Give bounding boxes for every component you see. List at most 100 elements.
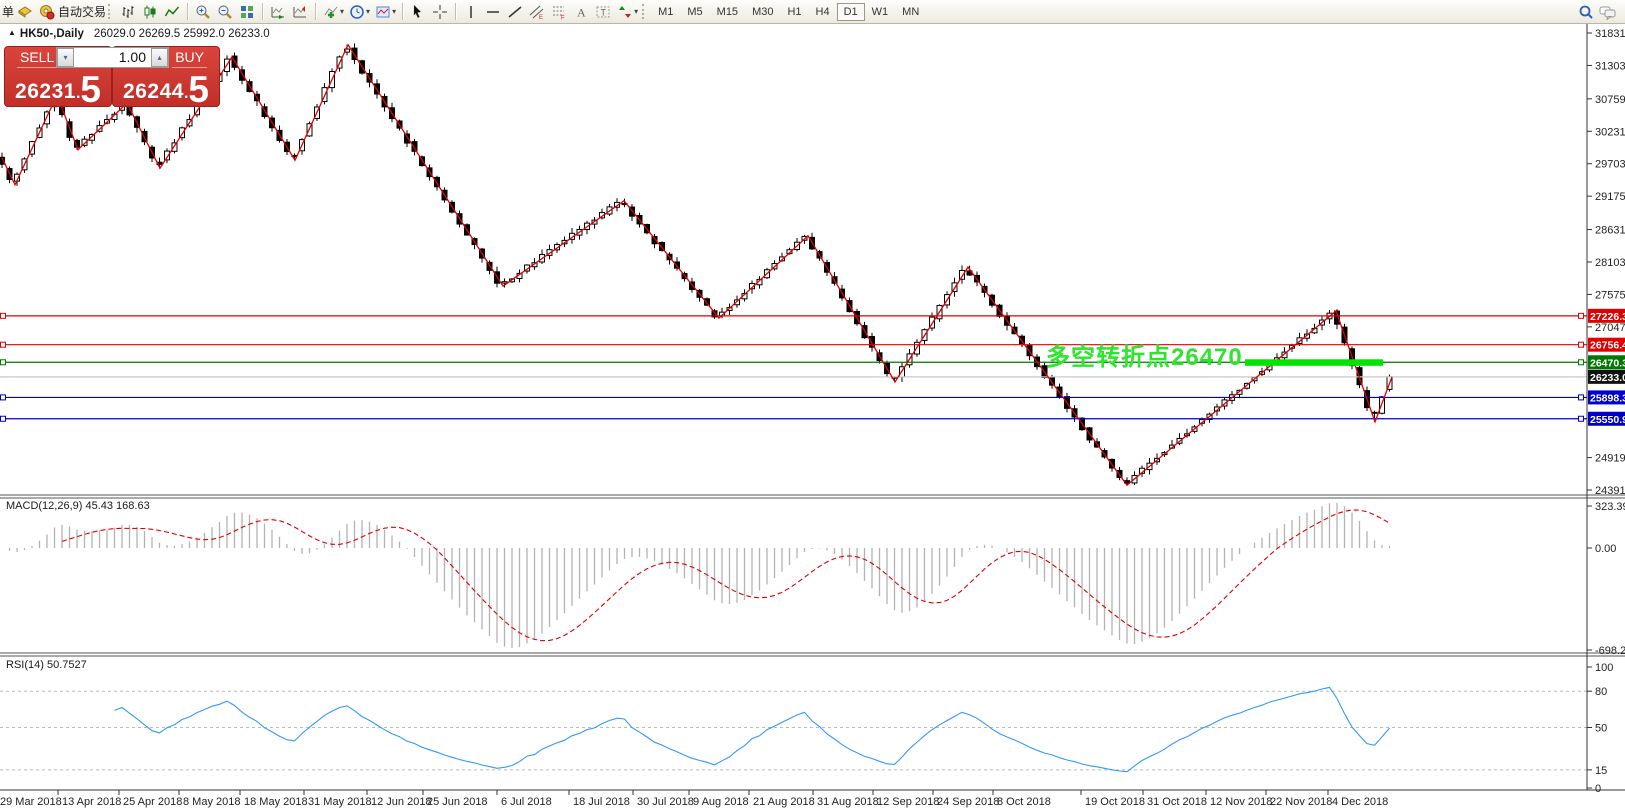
- svg-text:29175.0: 29175.0: [1595, 191, 1625, 203]
- svg-text:0.00: 0.00: [1595, 543, 1616, 555]
- svg-text:31 Oct 2018: 31 Oct 2018: [1147, 796, 1207, 808]
- turning-point-annotation[interactable]: 多空转折点26470: [1046, 337, 1243, 372]
- gold-badge-icon[interactable]: [14, 2, 36, 21]
- svg-text:30759.0: 30759.0: [1595, 94, 1625, 106]
- svg-text:100: 100: [1595, 662, 1613, 674]
- indicators-icon[interactable]: [320, 2, 342, 21]
- volume-decrease-button[interactable]: ▾: [57, 48, 74, 67]
- trendline-tool-icon[interactable]: [504, 2, 526, 21]
- ohlc-values: 26029.0 26269.5 25992.0 26233.0: [94, 28, 270, 40]
- svg-text:27575.0: 27575.0: [1595, 289, 1625, 301]
- buy-price: 26244.5: [113, 76, 219, 104]
- timeframe-m1[interactable]: M1: [651, 3, 680, 21]
- svg-text:-698.27: -698.27: [1595, 645, 1625, 657]
- svg-text:22 Nov 2018: 22 Nov 2018: [1270, 796, 1332, 808]
- fibonacci-tool-icon[interactable]: F: [548, 2, 570, 21]
- periods-clock-icon[interactable]: [346, 2, 368, 21]
- buy-label: BUY: [172, 48, 207, 68]
- svg-text:F: F: [561, 15, 565, 20]
- svg-text:12 Jun 2018: 12 Jun 2018: [371, 796, 432, 808]
- svg-text:29703.0: 29703.0: [1595, 159, 1625, 171]
- svg-text:A: A: [577, 5, 586, 19]
- svg-text:13 Apr 2018: 13 Apr 2018: [62, 796, 121, 808]
- sell-price: 26231.5: [5, 76, 111, 104]
- autotrading-icon[interactable]: [36, 2, 58, 21]
- svg-text:21 Aug 2018: 21 Aug 2018: [753, 796, 815, 808]
- auto-scroll-icon[interactable]: [267, 2, 289, 21]
- timeframe-h1[interactable]: H1: [780, 3, 808, 21]
- svg-text:9 Aug 2018: 9 Aug 2018: [693, 796, 749, 808]
- svg-text:31 May 2018: 31 May 2018: [308, 796, 372, 808]
- svg-text:28631.0: 28631.0: [1595, 225, 1625, 237]
- new-order-button[interactable]: 单: [2, 3, 14, 20]
- search-icon[interactable]: [1575, 2, 1597, 21]
- zoom-out-icon[interactable]: [214, 2, 236, 21]
- svg-text:29 Mar 2018: 29 Mar 2018: [0, 796, 62, 808]
- main-toolbar: 单 自动交易 ▾ ▾ ▾ E F A T ▾ M1M5M15M30H1H4D1W…: [0, 0, 1625, 24]
- svg-text:26470.3: 26470.3: [1590, 357, 1625, 369]
- svg-text:26756.4: 26756.4: [1590, 340, 1625, 352]
- svg-text:8 May 2018: 8 May 2018: [183, 796, 240, 808]
- timeframe-mn[interactable]: MN: [895, 3, 926, 21]
- svg-text:4 Dec 2018: 4 Dec 2018: [1332, 796, 1388, 808]
- cursor-icon[interactable]: [407, 2, 429, 21]
- periods-dropdown-caret[interactable]: ▾: [366, 7, 370, 16]
- svg-text:31831.0: 31831.0: [1595, 28, 1625, 40]
- svg-text:25 Apr 2018: 25 Apr 2018: [123, 796, 182, 808]
- one-click-trading-panel: SELL 26231.5 BUY 26244.5 ▾ 1.00 ▴: [4, 46, 220, 107]
- tile-windows-icon[interactable]: [236, 2, 258, 21]
- volume-spinner: ▾ 1.00 ▴: [56, 47, 169, 68]
- timeframe-m30[interactable]: M30: [745, 3, 780, 21]
- arrows-dropdown-caret[interactable]: ▾: [634, 7, 638, 16]
- indicators-dropdown-caret[interactable]: ▾: [340, 7, 344, 16]
- toolbar-grip[interactable]: [642, 4, 647, 19]
- vertical-line-tool-icon[interactable]: [460, 2, 482, 21]
- toolbar-separator: [402, 3, 403, 20]
- chart-title: ▲HK50-,Daily26029.0 26269.5 25992.0 2623…: [8, 28, 270, 40]
- svg-text:E: E: [539, 15, 543, 20]
- svg-text:25898.3: 25898.3: [1590, 392, 1625, 404]
- bar-chart-icon[interactable]: [117, 2, 139, 21]
- svg-text:8 Oct 2018: 8 Oct 2018: [997, 796, 1051, 808]
- line-chart-icon[interactable]: [161, 2, 183, 21]
- svg-text:24 Sep 2018: 24 Sep 2018: [937, 796, 999, 808]
- template-icon[interactable]: [372, 2, 394, 21]
- volume-increase-button[interactable]: ▴: [151, 48, 168, 67]
- chart-shift-icon[interactable]: [289, 2, 311, 21]
- toolbar-grip[interactable]: [108, 4, 113, 19]
- svg-text:6 Jul 2018: 6 Jul 2018: [501, 796, 552, 808]
- timeframe-h4[interactable]: H4: [809, 3, 837, 21]
- svg-text:31303.0: 31303.0: [1595, 60, 1625, 72]
- svg-text:323.39: 323.39: [1595, 501, 1625, 513]
- turning-point-highlight-bar[interactable]: [1245, 359, 1383, 366]
- timeframe-m15[interactable]: M15: [710, 3, 745, 21]
- zoom-in-icon[interactable]: [192, 2, 214, 21]
- collapse-triangle-icon[interactable]: ▲: [8, 28, 16, 37]
- macd-indicator-label: MACD(12,26,9) 45.43 168.63: [6, 500, 150, 512]
- equidistant-channel-icon[interactable]: E: [526, 2, 548, 21]
- timeframe-d1[interactable]: D1: [837, 3, 865, 21]
- svg-text:30 Jul 2018: 30 Jul 2018: [637, 796, 694, 808]
- chat-icon[interactable]: [1597, 2, 1619, 21]
- text-tool-icon[interactable]: A: [570, 2, 592, 21]
- svg-text:18 May 2018: 18 May 2018: [244, 796, 308, 808]
- volume-value[interactable]: 1.00: [74, 48, 151, 67]
- candlestick-chart-icon[interactable]: [139, 2, 161, 21]
- svg-text:0: 0: [1595, 783, 1601, 795]
- text-label-tool-icon[interactable]: T: [592, 2, 614, 21]
- template-dropdown-caret[interactable]: ▾: [392, 7, 396, 16]
- chart-canvas[interactable]: 27226.326756.426470.326233.025898.325550…: [0, 0, 1625, 812]
- svg-text:27047.0: 27047.0: [1595, 322, 1625, 334]
- svg-text:24391.0: 24391.0: [1595, 485, 1625, 497]
- svg-text:80: 80: [1595, 686, 1607, 698]
- horizontal-line-tool-icon[interactable]: [482, 2, 504, 21]
- svg-text:18 Jul 2018: 18 Jul 2018: [573, 796, 630, 808]
- timeframe-m5[interactable]: M5: [680, 3, 709, 21]
- toolbar-separator: [455, 3, 456, 20]
- autotrading-button[interactable]: 自动交易: [58, 3, 106, 20]
- timeframe-w1[interactable]: W1: [865, 3, 896, 21]
- crosshair-icon[interactable]: [429, 2, 451, 21]
- svg-text:31 Aug 2018: 31 Aug 2018: [817, 796, 879, 808]
- arrows-shapes-icon[interactable]: [614, 2, 636, 21]
- svg-text:24919.0: 24919.0: [1595, 453, 1625, 465]
